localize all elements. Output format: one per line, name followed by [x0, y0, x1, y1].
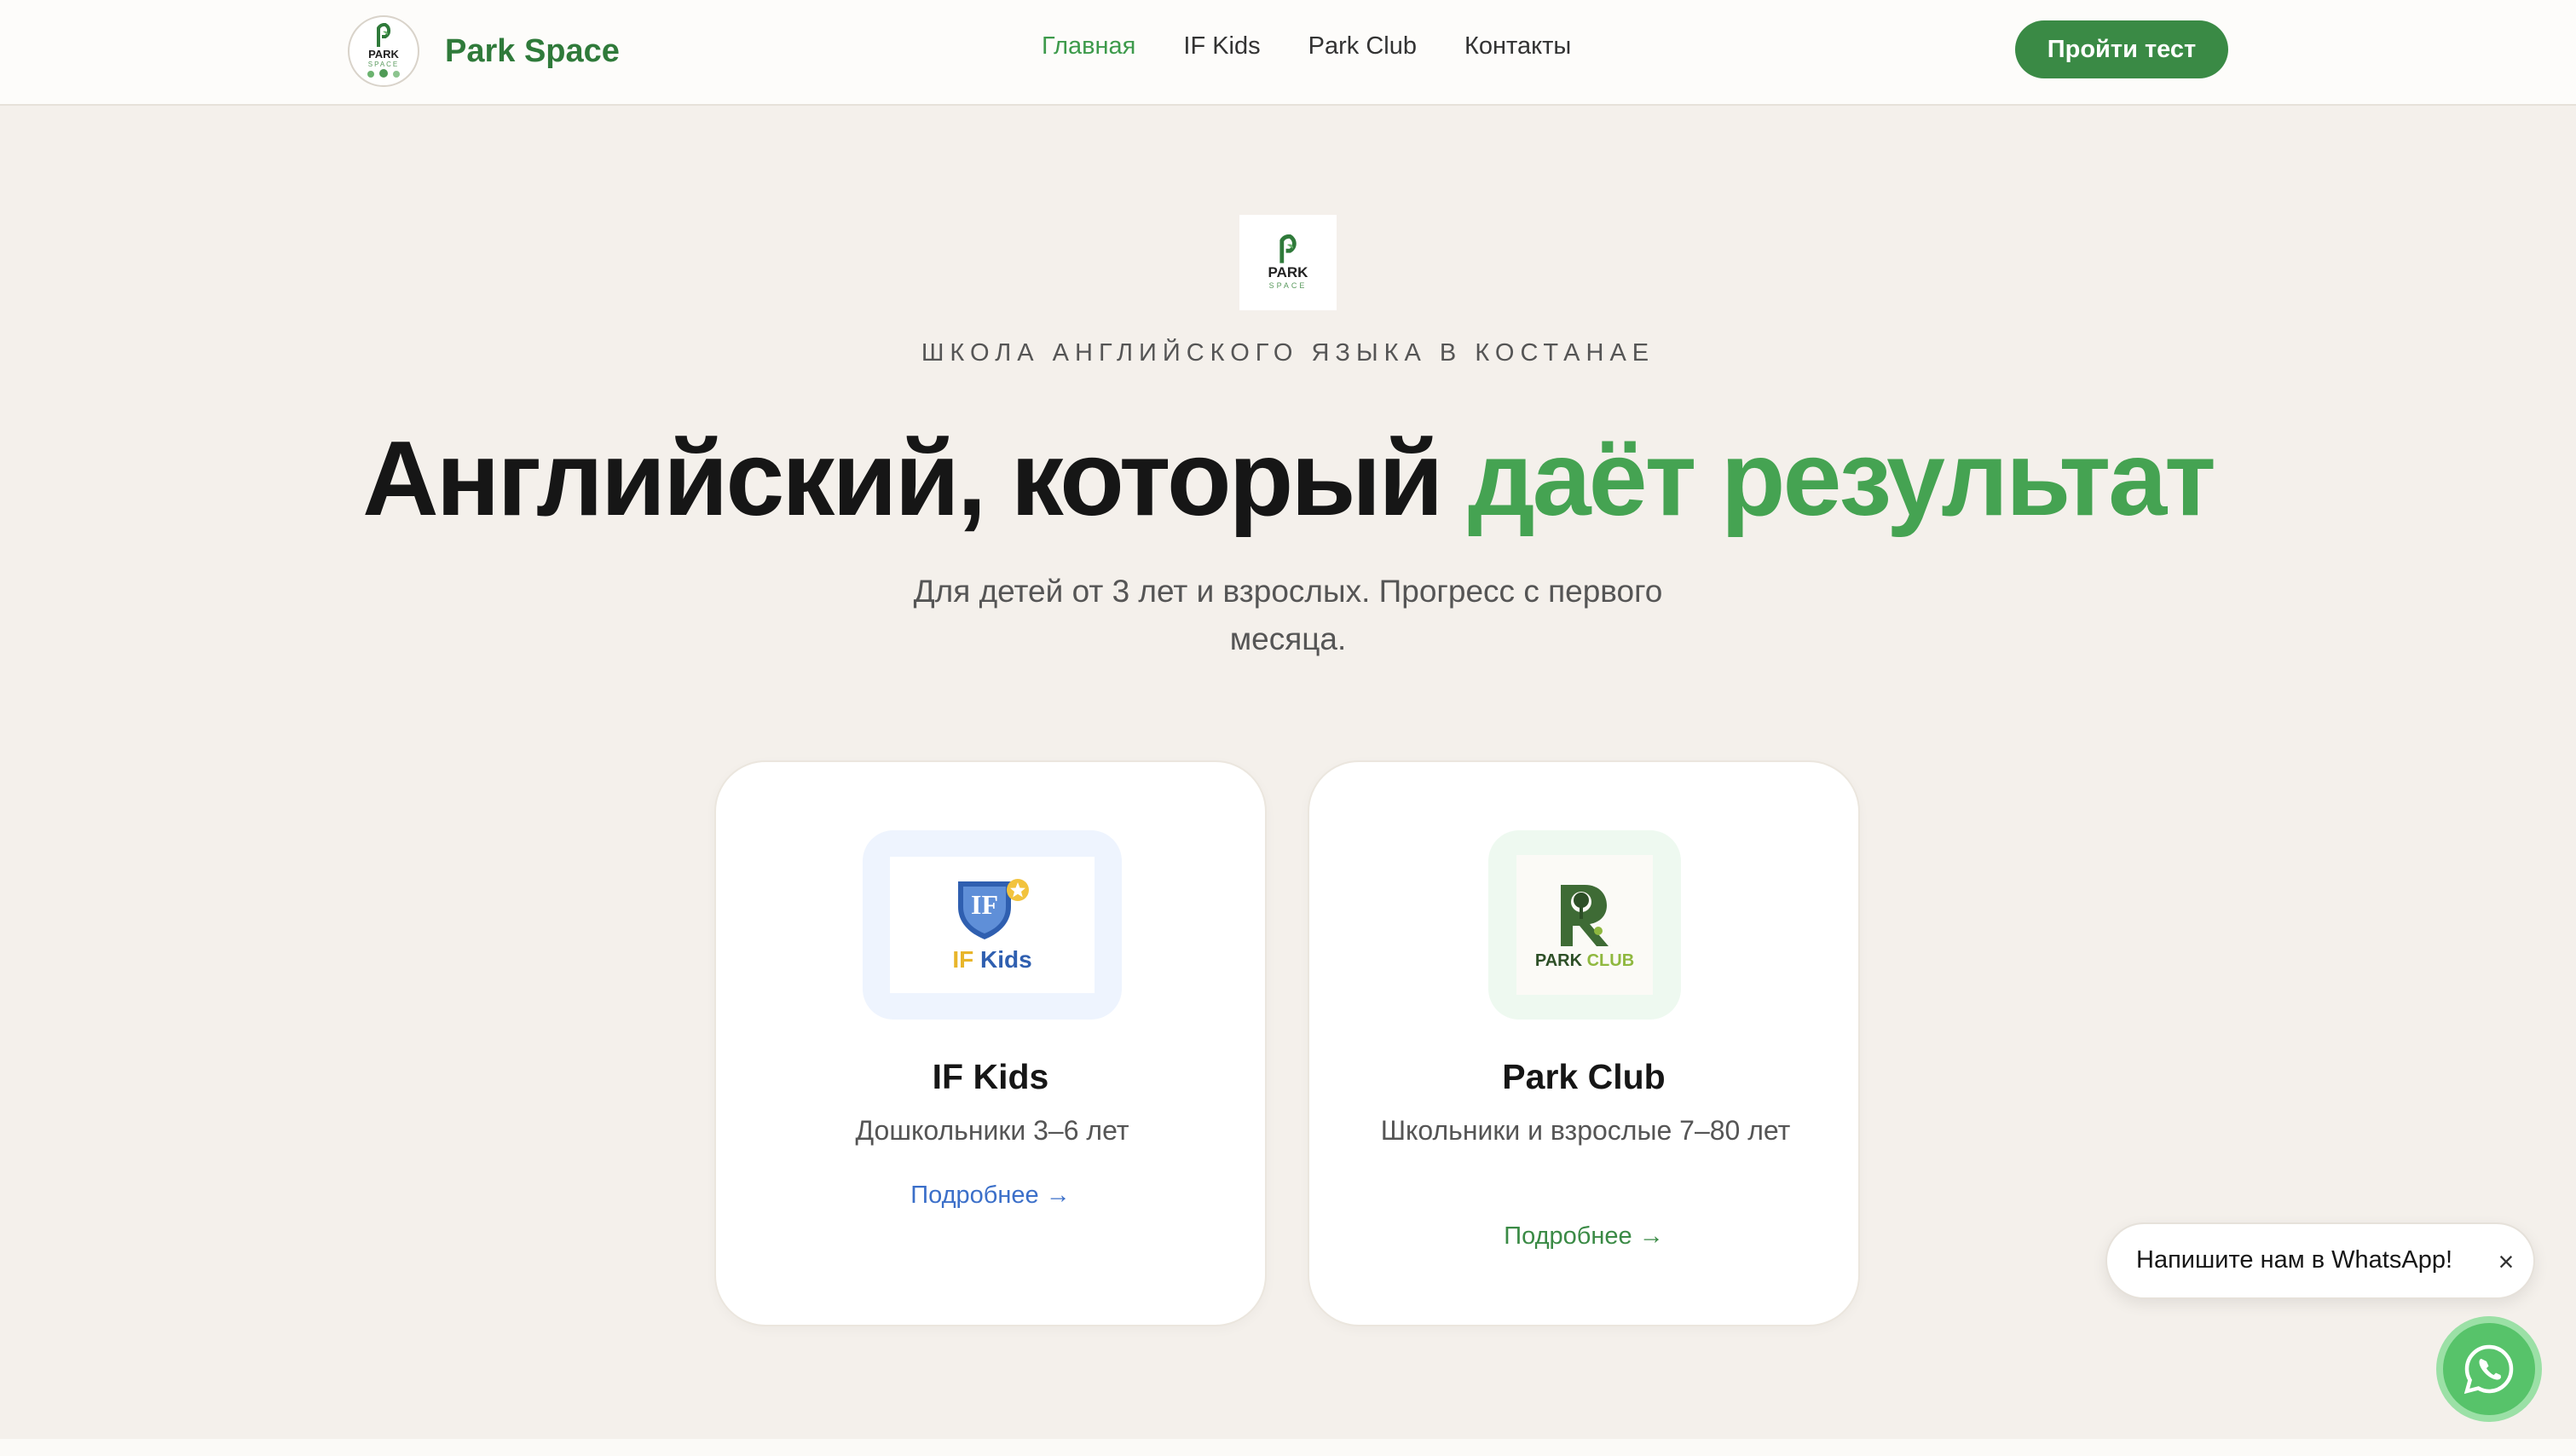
if-kids-wordmark: IF Kids — [952, 946, 1031, 974]
close-icon[interactable]: × — [2491, 1246, 2521, 1277]
card-description: Школьники и взрослые 7–80 лет — [1380, 1115, 1791, 1146]
shield-icon: IF — [958, 879, 1029, 939]
page: PARK SPACE Park Space Главная IF Kids Pa… — [0, 0, 2576, 1456]
park-club-wordmark-club: CLUB — [1586, 950, 1635, 970]
card-title: IF Kids — [932, 1057, 1049, 1096]
whatsapp-button[interactable] — [2436, 1316, 2542, 1422]
section-divider — [0, 1439, 2576, 1456]
site-header: PARK SPACE Park Space Главная IF Kids Pa… — [0, 0, 2576, 106]
card-description: Дошкольники 3–6 лет — [855, 1115, 1129, 1146]
leaf-p-icon — [1279, 234, 1297, 263]
card-park-club[interactable]: PARK CLUB Park Club Школьники и взрослые… — [1308, 760, 1860, 1326]
card-if-kids[interactable]: IF IF Kids IF Kids Дошкольники 3–6 лет П… — [714, 760, 1267, 1326]
brand-logo-subtext: SPACE — [367, 61, 400, 68]
hero-title-plain: Английский, который — [362, 420, 1443, 538]
hero-subtitle: Для детей от 3 лет и взрослых. Прогресс … — [913, 574, 1663, 656]
hero-logo: PARK SPACE — [1239, 215, 1337, 310]
park-club-wordmark-park: PARK — [1534, 950, 1583, 970]
whatsapp-prompt-text: Напишите нам в WhatsApp! — [2136, 1246, 2453, 1274]
hero-title: Английский, который даёт результат — [0, 419, 2576, 539]
hero-eyebrow: ШКОЛА АНГЛИЙСКОГО ЯЗЫКА В КОСТАНАЕ — [921, 339, 1655, 367]
hero-logo-subtext: SPACE — [1268, 281, 1308, 290]
tree-r-icon — [1561, 884, 1609, 946]
brand-logo-text: PARK — [368, 48, 399, 61]
nav-item-home[interactable]: Главная — [1042, 32, 1135, 61]
shield-icon-text: IF — [971, 889, 998, 920]
if-kids-wordmark-if: IF — [952, 946, 974, 973]
if-kids-logo-frame: IF IF Kids — [863, 830, 1122, 1020]
trees-icon — [367, 69, 400, 78]
park-club-logo: PARK CLUB — [1516, 855, 1653, 995]
card-more-link[interactable]: Подробнее → — [1309, 1222, 1858, 1251]
whatsapp-prompt[interactable]: Напишите нам в WhatsApp! × — [2105, 1222, 2535, 1299]
if-kids-logo: IF IF Kids — [890, 857, 1095, 993]
leaf-p-icon — [377, 23, 391, 47]
whatsapp-icon — [2463, 1344, 2514, 1395]
brand-logo[interactable]: PARK SPACE — [348, 15, 419, 87]
main-nav: Главная IF Kids Park Club Контакты — [1042, 32, 1571, 61]
take-test-button[interactable]: Пройти тест — [2015, 20, 2228, 78]
park-club-logo-frame: PARK CLUB — [1488, 830, 1681, 1020]
if-kids-wordmark-kids: Kids — [979, 946, 1032, 973]
card-more-link[interactable]: Подробнее → — [716, 1182, 1265, 1210]
nav-item-if-kids[interactable]: IF Kids — [1183, 32, 1260, 61]
nav-item-contacts[interactable]: Контакты — [1464, 32, 1571, 61]
brand[interactable]: PARK SPACE Park Space — [348, 14, 620, 89]
park-club-wordmark: PARK CLUB — [1535, 951, 1634, 971]
brand-name[interactable]: Park Space — [445, 33, 620, 70]
hero-title-accent: даёт результат — [1467, 420, 2216, 538]
card-title: Park Club — [1502, 1057, 1666, 1096]
nav-item-park-club[interactable]: Park Club — [1308, 32, 1417, 61]
hero-logo-text: PARK — [1268, 264, 1308, 280]
